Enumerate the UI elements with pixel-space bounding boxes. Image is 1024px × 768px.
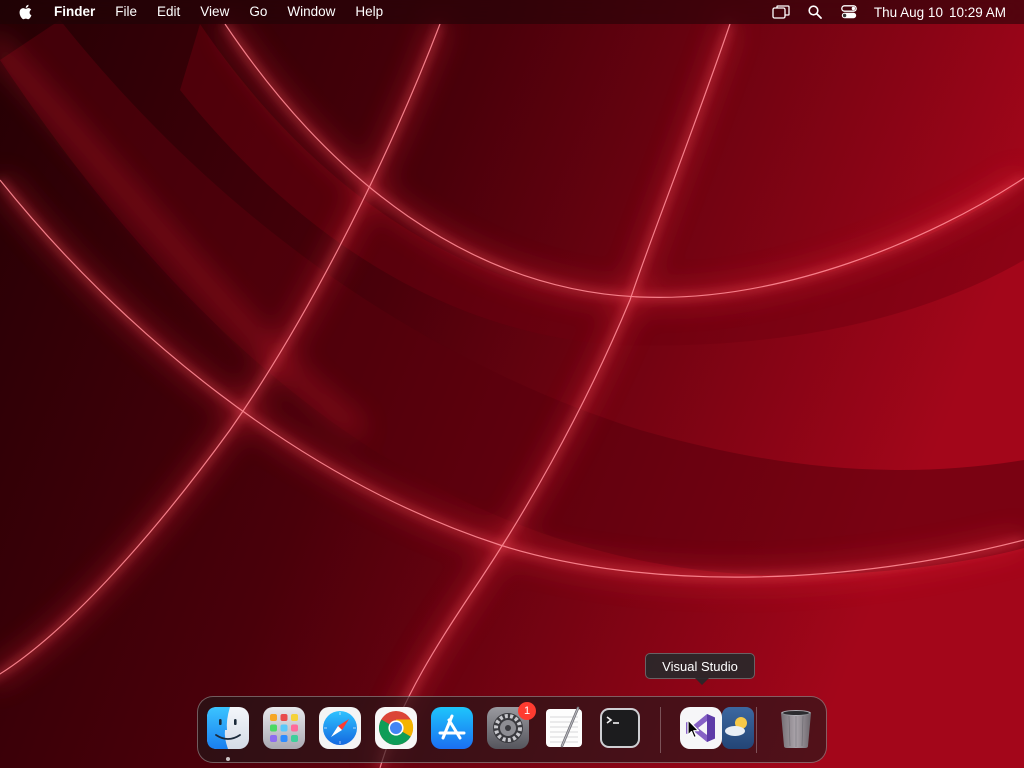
dock-launchpad[interactable]: [262, 706, 306, 750]
dock-separator-right: [756, 707, 757, 753]
trash-icon: [781, 710, 811, 748]
dock-trash[interactable]: [774, 706, 818, 750]
terminal-icon: [600, 708, 640, 748]
dock-visual-studio[interactable]: [679, 706, 723, 750]
chrome-icon: [375, 707, 417, 749]
menu-app-name[interactable]: Finder: [48, 0, 105, 24]
dock-textedit[interactable]: [542, 706, 586, 750]
apple-logo-icon[interactable]: [18, 4, 34, 20]
menu-edit[interactable]: Edit: [147, 0, 190, 24]
dock-terminal[interactable]: [598, 706, 642, 750]
dock-tooltip-label: Visual Studio: [662, 658, 738, 674]
mouse-cursor-icon: [687, 719, 700, 739]
weather-icon: [722, 707, 754, 749]
menu-file[interactable]: File: [105, 0, 147, 24]
menu-view[interactable]: View: [190, 0, 239, 24]
finder-icon: [207, 707, 249, 749]
safari-icon: [319, 707, 361, 749]
dock-app-store[interactable]: [430, 706, 474, 750]
dock-safari[interactable]: [318, 706, 362, 750]
screen-mirroring-icon[interactable]: [772, 3, 790, 21]
menu-go[interactable]: Go: [239, 0, 277, 24]
menu-help[interactable]: Help: [345, 0, 393, 24]
dock-system-preferences[interactable]: 1: [486, 702, 536, 750]
dock-tooltip-arrow: [695, 678, 709, 685]
menu-window[interactable]: Window: [277, 0, 345, 24]
dock-weather[interactable]: [721, 706, 755, 750]
textedit-icon: [546, 706, 582, 748]
desktop-wallpaper: [0, 0, 1024, 768]
menu-bar: Finder File Edit View Go Window Help Thu…: [0, 0, 1024, 24]
dock-separator-left: [660, 707, 661, 753]
launchpad-icon: [263, 707, 305, 749]
dock-tooltip: Visual Studio: [645, 653, 755, 679]
spotlight-search-icon[interactable]: [806, 3, 824, 21]
dock-chrome[interactable]: [374, 706, 418, 750]
menu-bar-clock[interactable]: Thu Aug 10 10:29 AM: [874, 5, 1006, 20]
app-store-icon: [431, 707, 473, 749]
system-preferences-badge: 1: [518, 702, 536, 720]
dock-finder[interactable]: [206, 706, 250, 750]
clock-time: 10:29 AM: [948, 4, 1006, 20]
visual-studio-icon: [680, 707, 722, 749]
control-center-icon[interactable]: [840, 3, 858, 21]
clock-date: Thu Aug 10: [873, 4, 943, 20]
dock-finder-running-indicator: [226, 757, 230, 761]
dock: 1: [197, 696, 827, 763]
